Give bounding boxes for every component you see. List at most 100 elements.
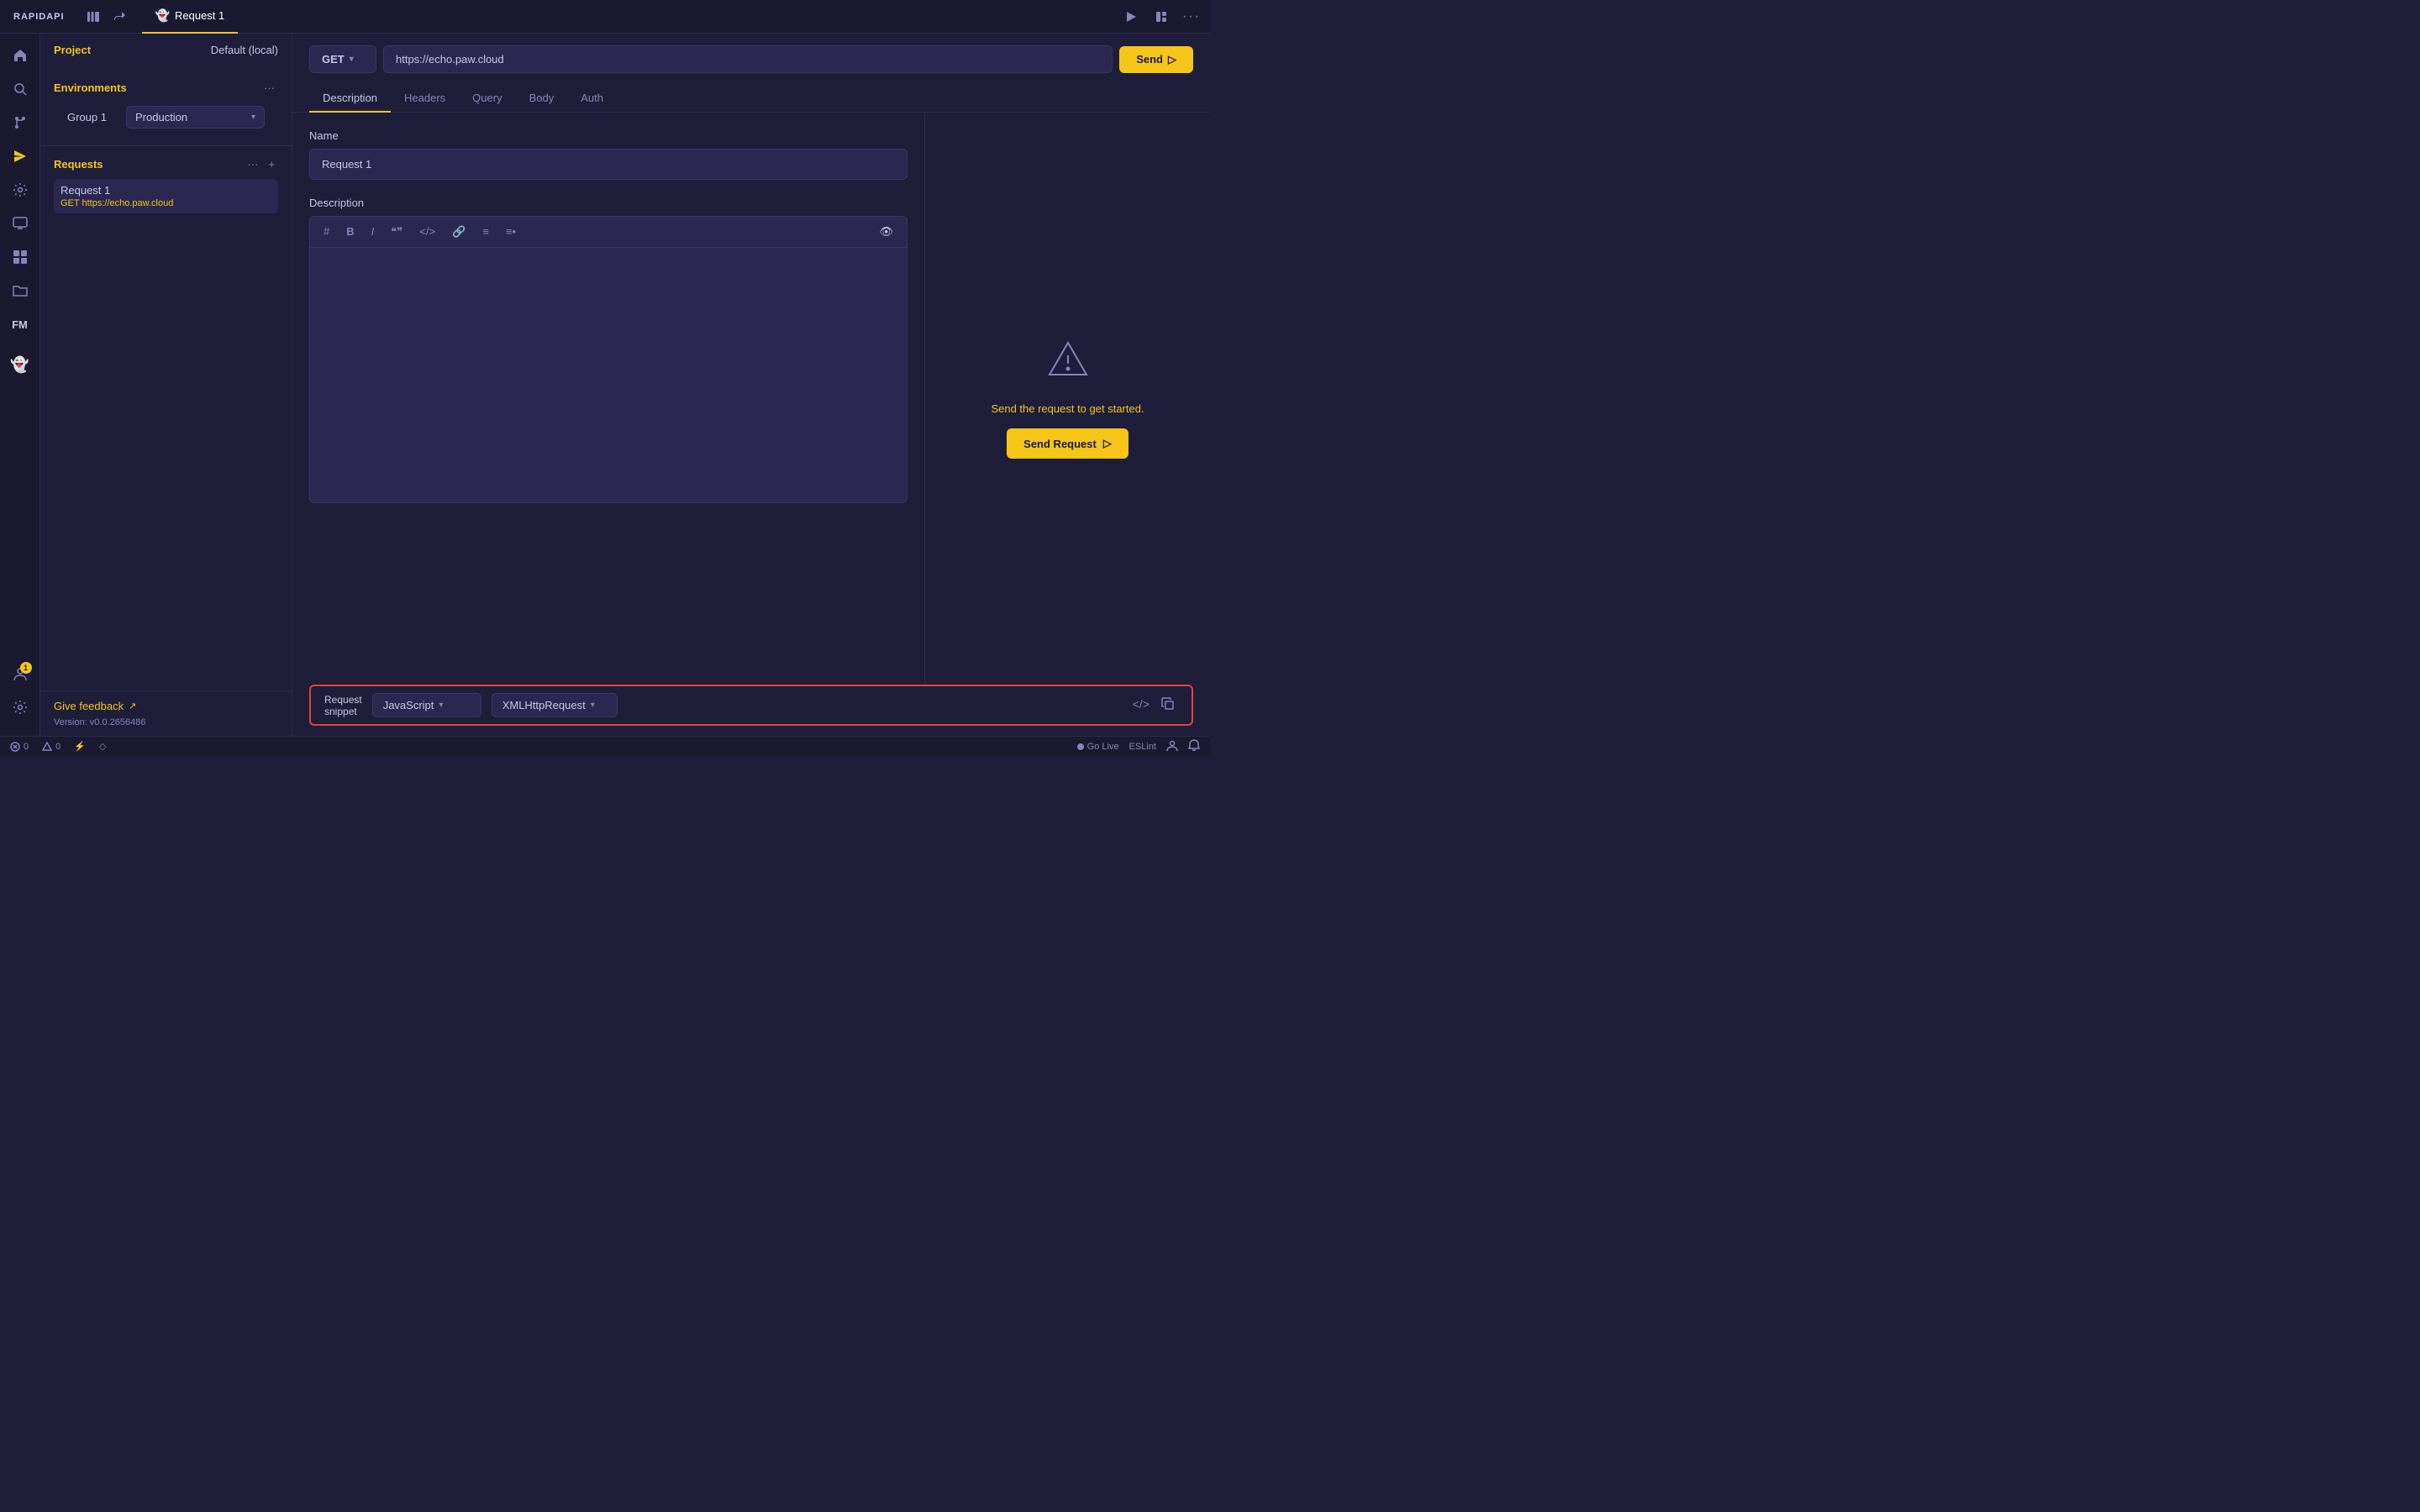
name-input[interactable] [309, 149, 908, 180]
status-bar: 0 0 ⚡ ◇ Go Live ESLint [0, 736, 1210, 756]
toolbar-italic-btn[interactable]: I [368, 223, 378, 240]
nav-git-icon[interactable] [5, 108, 35, 138]
left-nav: FM 👻 1 [0, 34, 40, 736]
status-errors[interactable]: 0 [10, 742, 29, 752]
chevron-down-icon: ▾ [251, 113, 255, 122]
tab-auth[interactable]: Auth [567, 85, 617, 113]
request-item-url: GET https://echo.paw.cloud [60, 198, 271, 208]
status-diamond[interactable]: ◇ [99, 741, 106, 752]
nav-fm-icon[interactable]: FM [5, 309, 35, 339]
give-feedback-button[interactable]: Give feedback ↗ [54, 700, 278, 712]
share-icon[interactable] [108, 5, 132, 29]
nav-monitor-icon[interactable] [5, 208, 35, 239]
main-layout: FM 👻 1 Project [0, 34, 1210, 736]
project-value: Default (local) [211, 44, 278, 56]
external-link-icon: ↗ [129, 701, 136, 711]
top-bar: RAPIDAPI 👻 Request 1 [0, 0, 1210, 34]
warning-icon [1047, 339, 1089, 389]
snippet-label: Requestsnippet [324, 694, 362, 717]
nav-home-icon[interactable] [5, 40, 35, 71]
description-toolbar: # B I ❝❞ </> 🔗 ≡ ≡• 👁 [310, 217, 907, 248]
toolbar-quote-btn[interactable]: ❝❞ [387, 223, 406, 240]
send-request-arrow-icon: ▷ [1103, 437, 1112, 450]
warning-count: 0 [55, 742, 60, 752]
toolbar-list-btn[interactable]: ≡ [479, 223, 492, 240]
nav-settings-icon[interactable] [5, 175, 35, 205]
requests-add-btn[interactable]: + [265, 156, 278, 172]
nav-ghost-icon[interactable]: 👻 [5, 349, 35, 380]
send-button[interactable]: Send ▷ [1119, 46, 1193, 73]
user-status-icon[interactable] [1166, 739, 1178, 753]
more-icon[interactable]: ··· [1180, 5, 1203, 29]
notification-icon[interactable] [1188, 739, 1200, 753]
tab-body[interactable]: Body [516, 85, 568, 113]
tab-description[interactable]: Description [309, 85, 391, 113]
request-item[interactable]: Request 1 GET https://echo.paw.cloud [54, 179, 278, 213]
nav-grid-icon[interactable] [5, 242, 35, 272]
request-item-name: Request 1 [60, 184, 271, 197]
nav-account-icon[interactable]: 1 [5, 659, 35, 689]
status-lightning[interactable]: ⚡ [74, 741, 86, 752]
toolbar-left: # B I ❝❞ </> 🔗 ≡ ≡• [320, 223, 519, 240]
go-live-button[interactable]: Go Live [1077, 742, 1119, 752]
lightning-icon: ⚡ [74, 741, 86, 752]
sidebar: Project Default (local) Environments ···… [40, 34, 292, 736]
tab-query[interactable]: Query [459, 85, 515, 113]
snippet-code-btn[interactable]: </> [1129, 694, 1153, 717]
snippet-library-dropdown[interactable]: XMLHttpRequest ▾ [492, 693, 618, 717]
snippet-copy-btn[interactable] [1158, 694, 1178, 717]
right-panel-message: Send the request to get started. [991, 402, 1144, 415]
project-header: Project Default (local) [54, 44, 278, 56]
tab-headers[interactable]: Headers [391, 85, 459, 113]
description-textarea[interactable] [310, 248, 907, 500]
toolbar-bold-btn[interactable]: B [343, 223, 357, 240]
nav-gear-icon[interactable] [5, 692, 35, 722]
requests-actions: ··· + [244, 156, 278, 172]
environments-title: Environments [54, 81, 127, 94]
request-snippet-bar: Requestsnippet JavaScript ▾ XMLHttpReque… [309, 685, 1193, 726]
right-panel: Send the request to get started. Send Re… [924, 113, 1210, 685]
toolbar-ordered-list-btn[interactable]: ≡• [502, 223, 519, 240]
project-title: Project [54, 44, 91, 56]
requests-section: Requests ··· + Request 1 GET https://ech… [40, 150, 292, 222]
status-warnings[interactable]: 0 [42, 742, 60, 752]
snippet-action-icons: </> [1129, 694, 1178, 717]
toolbar-code-btn[interactable]: </> [416, 223, 439, 240]
library-icon[interactable] [82, 5, 105, 29]
tab-request1[interactable]: 👻 Request 1 [142, 0, 239, 34]
description-label: Description [309, 197, 908, 209]
env-dropdown[interactable]: Production ▾ [126, 106, 265, 129]
method-label: GET [322, 53, 345, 66]
request-form: Name Description # B I ❝❞ </> 🔗 ≡ [292, 113, 924, 685]
toolbar-link-btn[interactable]: 🔗 [449, 223, 469, 240]
go-live-label: Go Live [1087, 742, 1119, 752]
snippet-library-chevron: ▾ [591, 701, 595, 710]
top-bar-tools [82, 5, 132, 29]
snippet-language-chevron: ▾ [439, 701, 443, 710]
url-input[interactable] [383, 45, 1113, 73]
version-text: Version: v0.0.2656486 [54, 717, 278, 727]
eslint-label[interactable]: ESLint [1129, 742, 1156, 752]
sidebar-footer: Give feedback ↗ Version: v0.0.2656486 [40, 690, 292, 736]
nav-folder-icon[interactable] [5, 276, 35, 306]
toolbar-preview-btn[interactable]: 👁 [876, 223, 897, 240]
go-live-dot [1077, 743, 1084, 750]
send-request-button[interactable]: Send Request ▷ [1007, 428, 1128, 459]
requests-more-btn[interactable]: ··· [244, 156, 261, 172]
env-group-label: Group 1 [67, 111, 118, 123]
give-feedback-label: Give feedback [54, 700, 124, 712]
environments-more-btn[interactable]: ··· [260, 80, 278, 96]
snippet-language-dropdown[interactable]: JavaScript ▾ [372, 693, 481, 717]
nav-send-icon[interactable] [5, 141, 35, 171]
diamond-icon: ◇ [99, 741, 106, 752]
layout-icon[interactable] [1150, 5, 1173, 29]
env-group: Group 1 Production ▾ [54, 102, 278, 135]
toolbar-heading-btn[interactable]: # [320, 223, 333, 240]
nav-search-icon[interactable] [5, 74, 35, 104]
url-bar: GET ▾ Send ▷ [292, 34, 1210, 85]
top-bar-right: ··· [1119, 5, 1203, 29]
play-icon[interactable] [1119, 5, 1143, 29]
method-dropdown[interactable]: GET ▾ [309, 45, 376, 73]
snippet-library-label: XMLHttpRequest [502, 699, 586, 711]
environments-section: Environments ··· Group 1 Production ▾ [40, 70, 292, 142]
